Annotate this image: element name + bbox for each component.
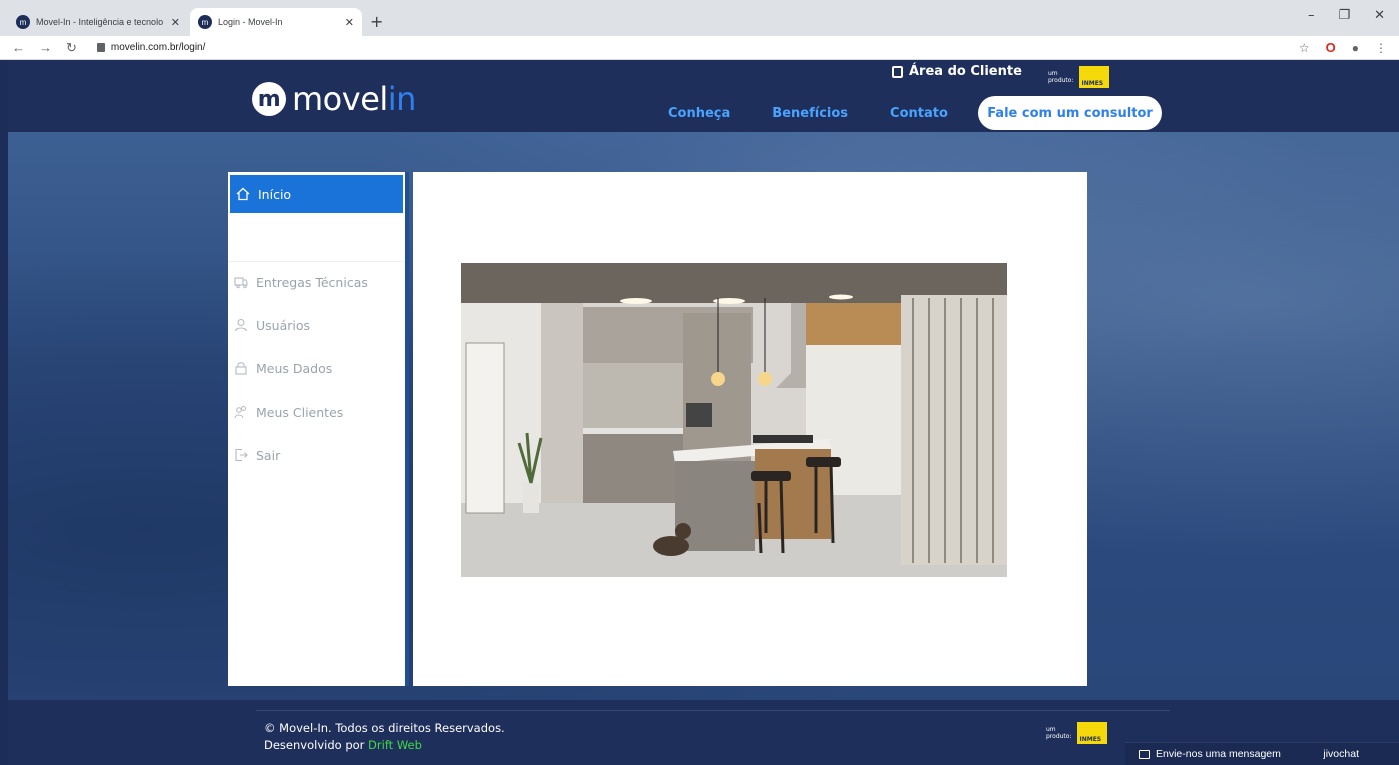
envelope-icon [1139, 749, 1150, 759]
produto-label: um [1046, 726, 1056, 733]
footer-inmes-badge: um produto: INMES [1046, 722, 1108, 744]
sidebar-item-inicio[interactable]: Início [230, 175, 403, 213]
inmes-logo: INMES [1077, 722, 1108, 744]
tab-title: Movel-In - Inteligência e tecnolo [36, 17, 164, 27]
reload-icon[interactable]: ↻ [66, 40, 77, 56]
truck-icon [234, 275, 248, 289]
new-tab-icon[interactable]: + [370, 12, 383, 31]
bookmark-star-icon[interactable]: ☆ [1299, 41, 1310, 55]
sidebar-item-meus-dados[interactable]: Meus Dados [228, 358, 405, 378]
browser-tab-login[interactable]: m Login - Movel-In ✕ [190, 8, 362, 36]
lock-icon [234, 361, 248, 375]
logo-text: movel [292, 80, 388, 118]
sidebar-item-label: Início [258, 186, 292, 202]
menu-kebab-icon[interactable]: ⋮ [1375, 41, 1387, 55]
sidebar-item-label: Entregas Técnicas [256, 274, 368, 290]
sidebar-item-meus-clientes[interactable]: Meus Clientes [228, 402, 405, 422]
lock-icon [892, 65, 903, 78]
address-bar: ← → ↻ movelin.com.br/login/ ☆ O ● ⋮ [0, 36, 1399, 60]
footer-copyright: © Movel-In. Todos os direitos Reservados… [264, 720, 505, 754]
sidebar: Início Entregas Técnicas Usuários Meus D… [228, 172, 409, 686]
logout-icon [234, 448, 248, 462]
produto-label: produto: [1048, 77, 1074, 84]
close-tab-icon[interactable]: ✕ [171, 16, 180, 29]
inmes-logo: INMES [1079, 66, 1110, 88]
sidebar-item-label: Sair [256, 447, 281, 463]
movelin-logo[interactable]: m movelin [252, 80, 416, 118]
produto-label: produto: [1046, 733, 1072, 740]
chat-message-label: Envie-nos uma mensagem [1156, 748, 1281, 760]
sidebar-item-usuarios[interactable]: Usuários [228, 315, 405, 335]
opera-icon[interactable]: O [1326, 40, 1336, 55]
site-header: m movelin Área do Cliente um produto: IN… [8, 60, 1399, 132]
logo-accent: in [387, 80, 417, 118]
produto-label: um [1048, 70, 1058, 77]
area-cliente-link[interactable]: Área do Cliente [892, 64, 1022, 79]
forward-icon[interactable]: → [39, 40, 52, 56]
logo-mark-icon: m [252, 82, 286, 116]
movelin-favicon-icon: m [16, 15, 30, 29]
profile-icon[interactable]: ● [1352, 41, 1359, 55]
back-icon[interactable]: ← [12, 40, 25, 56]
movelin-favicon-icon: m [198, 15, 212, 29]
jivochat-widget[interactable]: Envie-nos uma mensagem jivochat [1125, 742, 1399, 765]
nav-beneficios[interactable]: Benefícios [772, 106, 848, 121]
area-cliente-label: Área do Cliente [909, 64, 1022, 79]
sidebar-item-entregas-tecnicas[interactable]: Entregas Técnicas [228, 272, 405, 292]
close-window-icon[interactable]: ✕ [1374, 8, 1385, 23]
url-field[interactable]: movelin.com.br/login/ [96, 42, 206, 53]
url-text: movelin.com.br/login/ [110, 42, 206, 53]
inmes-product-badge: um produto: INMES [1048, 66, 1110, 88]
close-tab-icon[interactable]: ✕ [345, 16, 354, 29]
nav-contato[interactable]: Contato [890, 106, 948, 121]
minimize-icon[interactable]: – [1308, 8, 1315, 23]
main-nav: Conheça Benefícios Contato [668, 106, 948, 121]
sidebar-spacer [228, 214, 402, 262]
sidebar-item-label: Usuários [256, 317, 311, 333]
footer-divider [256, 710, 1170, 711]
browser-tab-movelin[interactable]: m Movel-In - Inteligência e tecnolo ✕ [8, 8, 188, 36]
restore-icon[interactable]: ❐ [1338, 8, 1350, 23]
drift-web-link[interactable]: Drift Web [368, 738, 422, 752]
sidebar-item-label: Meus Clientes [256, 404, 344, 420]
users-icon [234, 405, 248, 419]
secure-lock-icon [96, 43, 105, 52]
copyright-text: © Movel-In. Todos os direitos Reservados… [264, 721, 505, 735]
jivochat-brand: jivochat [1323, 748, 1359, 760]
nav-conheca[interactable]: Conheça [668, 106, 730, 121]
sidebar-item-label: Meus Dados [256, 360, 333, 376]
sidebar-item-sair[interactable]: Sair [228, 445, 405, 465]
home-icon [236, 187, 250, 201]
fale-consultor-button[interactable]: Fale com um consultor [978, 96, 1162, 130]
developed-by-text: Desenvolvido por [264, 738, 365, 752]
browser-tabbar: m Movel-In - Inteligência e tecnolo ✕ m … [0, 0, 1399, 36]
kitchen-render-image [461, 263, 1007, 577]
window-controls: – ❐ ✕ [1308, 8, 1399, 23]
user-icon [234, 318, 248, 332]
tab-title: Login - Movel-In [218, 17, 283, 27]
